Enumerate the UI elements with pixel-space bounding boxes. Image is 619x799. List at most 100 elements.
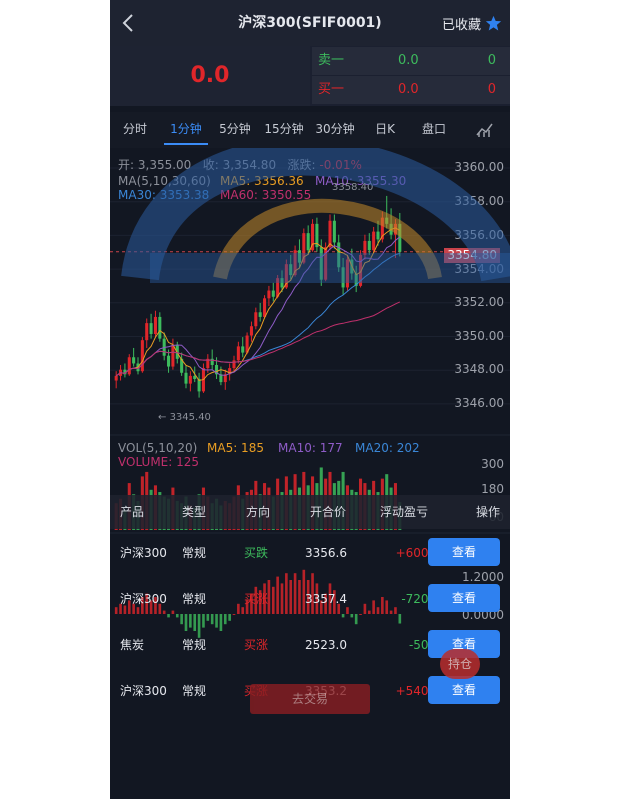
vol-params: VOL(5,10,20)	[118, 441, 198, 455]
row-direction: 买涨	[244, 638, 269, 652]
ask-volume: 0	[487, 53, 496, 68]
row-product: 沪深300	[120, 546, 167, 560]
candle-body	[258, 312, 262, 317]
candle-body	[232, 360, 236, 369]
volume-value: VOLUME: 125	[118, 455, 200, 469]
y-tick: 3352.00	[454, 295, 504, 309]
table-row: 沪深300 常规 买涨 3357.4 -720.0 查看	[110, 576, 510, 622]
row-direction: 买涨	[244, 592, 269, 606]
candle-body	[145, 323, 149, 341]
candle-body	[337, 242, 341, 268]
vol-tick: 300	[481, 457, 504, 471]
y-tick: 3358.00	[454, 194, 504, 208]
tab-15min[interactable]: 15分钟	[260, 112, 308, 148]
candle-body	[341, 267, 345, 288]
col-floating-pl: 浮动盈亏	[380, 505, 429, 519]
col-type: 类型	[182, 505, 207, 519]
row-type: 常规	[182, 638, 207, 652]
candle-body	[280, 278, 284, 288]
row-open-price: 3357.4	[305, 592, 347, 606]
candle-body	[127, 357, 131, 375]
tab-1min[interactable]: 1分钟	[162, 112, 210, 148]
row-product: 沪深300	[120, 592, 167, 606]
nav-bar: 沪深300(SFIF0001) 已收藏	[110, 0, 510, 46]
positions-header: 产品 类型 方向 开合价 浮动盈亏 操作	[110, 495, 510, 529]
col-direction: 方向	[246, 505, 271, 519]
view-button[interactable]: 查看	[428, 584, 500, 612]
quote-panel: 0.0 卖一 0.0 0 买一 0.0 0	[110, 46, 510, 106]
candle-body	[188, 375, 192, 384]
candle-body	[271, 290, 275, 297]
y-tick: 3354.00	[454, 262, 504, 276]
candle-body	[332, 220, 336, 243]
ask-row: 卖一 0.0 0	[312, 47, 510, 75]
y-tick: 3346.00	[454, 396, 504, 410]
col-action: 操作	[476, 505, 501, 519]
candle-body	[153, 316, 157, 334]
ma60-value: MA60: 3350.55	[220, 188, 312, 202]
candle-body	[385, 217, 389, 224]
row-product: 沪深300	[120, 684, 167, 698]
bid-row: 买一 0.0 0	[312, 76, 510, 104]
hold-button[interactable]: 持仓	[440, 649, 480, 679]
tab-orderbook[interactable]: 盘口	[416, 112, 452, 148]
ma30-value: MA30: 3353.38	[118, 188, 210, 202]
tab-30min[interactable]: 30分钟	[311, 112, 359, 148]
col-open-price: 开合价	[310, 505, 347, 519]
chevron-left-icon[interactable]	[118, 12, 140, 34]
tab-daily[interactable]: 日K	[368, 112, 402, 148]
go-trade-button[interactable]: 去交易	[250, 684, 370, 714]
view-button[interactable]: 查看	[428, 676, 500, 704]
candle-body	[241, 346, 245, 353]
candle-body	[114, 375, 118, 381]
ma5-value: MA5: 3356.36	[220, 174, 304, 188]
low-marker: ← 3345.40	[158, 412, 211, 423]
candle-body	[171, 344, 175, 367]
row-open-price: 3356.6	[305, 546, 347, 560]
vol-ma20: MA20: 202	[355, 441, 420, 455]
info-open: 开: 3,355.00 收: 3,354.80 涨跌: -0.01%	[118, 158, 362, 172]
y-tick: 3356.00	[454, 228, 504, 242]
candle-body	[345, 259, 349, 288]
ma-params: MA(5,10,30,60)	[118, 174, 211, 188]
row-open-price: 2523.0	[305, 638, 347, 652]
y-tick: 3360.00	[454, 160, 504, 174]
candle-body	[306, 233, 310, 251]
last-price-tag: 3354.80	[444, 248, 500, 263]
app-screen: 沪深300(SFIF0001) 已收藏 0.0 卖一 0.0 0 买一 0.0 …	[110, 0, 510, 799]
bid-price: 0.0	[398, 82, 419, 97]
candle-body	[393, 223, 397, 235]
row-type: 常规	[182, 684, 207, 698]
ask-price: 0.0	[398, 53, 419, 68]
tab-5min[interactable]: 5分钟	[214, 112, 256, 148]
vol-ma5: MA5: 185	[207, 441, 264, 455]
ask-label: 卖一	[318, 53, 345, 68]
candle-body	[367, 240, 371, 251]
candle-body	[184, 372, 188, 384]
row-type: 常规	[182, 592, 207, 606]
candle-body	[376, 231, 380, 240]
row-direction: 买跌	[244, 546, 269, 560]
candle-body	[140, 340, 144, 372]
vol-ma10: MA10: 177	[278, 441, 343, 455]
tab-timeshare[interactable]: 分时	[116, 112, 154, 148]
ma10-line	[115, 236, 401, 377]
candle-body	[297, 250, 301, 263]
y-tick: 3348.00	[454, 362, 504, 376]
favorite-button[interactable]: 已收藏	[442, 14, 502, 33]
table-row: 沪深300 常规 买跌 3356.6 +600.0 查看	[110, 530, 510, 576]
candle-body	[167, 355, 171, 367]
ma60-line	[115, 301, 401, 377]
candle-body	[249, 326, 253, 336]
candle-body	[267, 290, 271, 299]
candle-body	[158, 316, 162, 339]
indicator-icon[interactable]	[476, 120, 494, 138]
candle-body	[236, 346, 240, 361]
favorite-label: 已收藏	[441, 18, 481, 33]
view-button[interactable]: 查看	[428, 538, 500, 566]
candle-body	[149, 323, 153, 334]
vol-tick: 180	[481, 482, 504, 496]
bid-label: 买一	[318, 82, 345, 97]
candle-body	[372, 231, 376, 251]
bid-volume: 0	[487, 82, 496, 97]
